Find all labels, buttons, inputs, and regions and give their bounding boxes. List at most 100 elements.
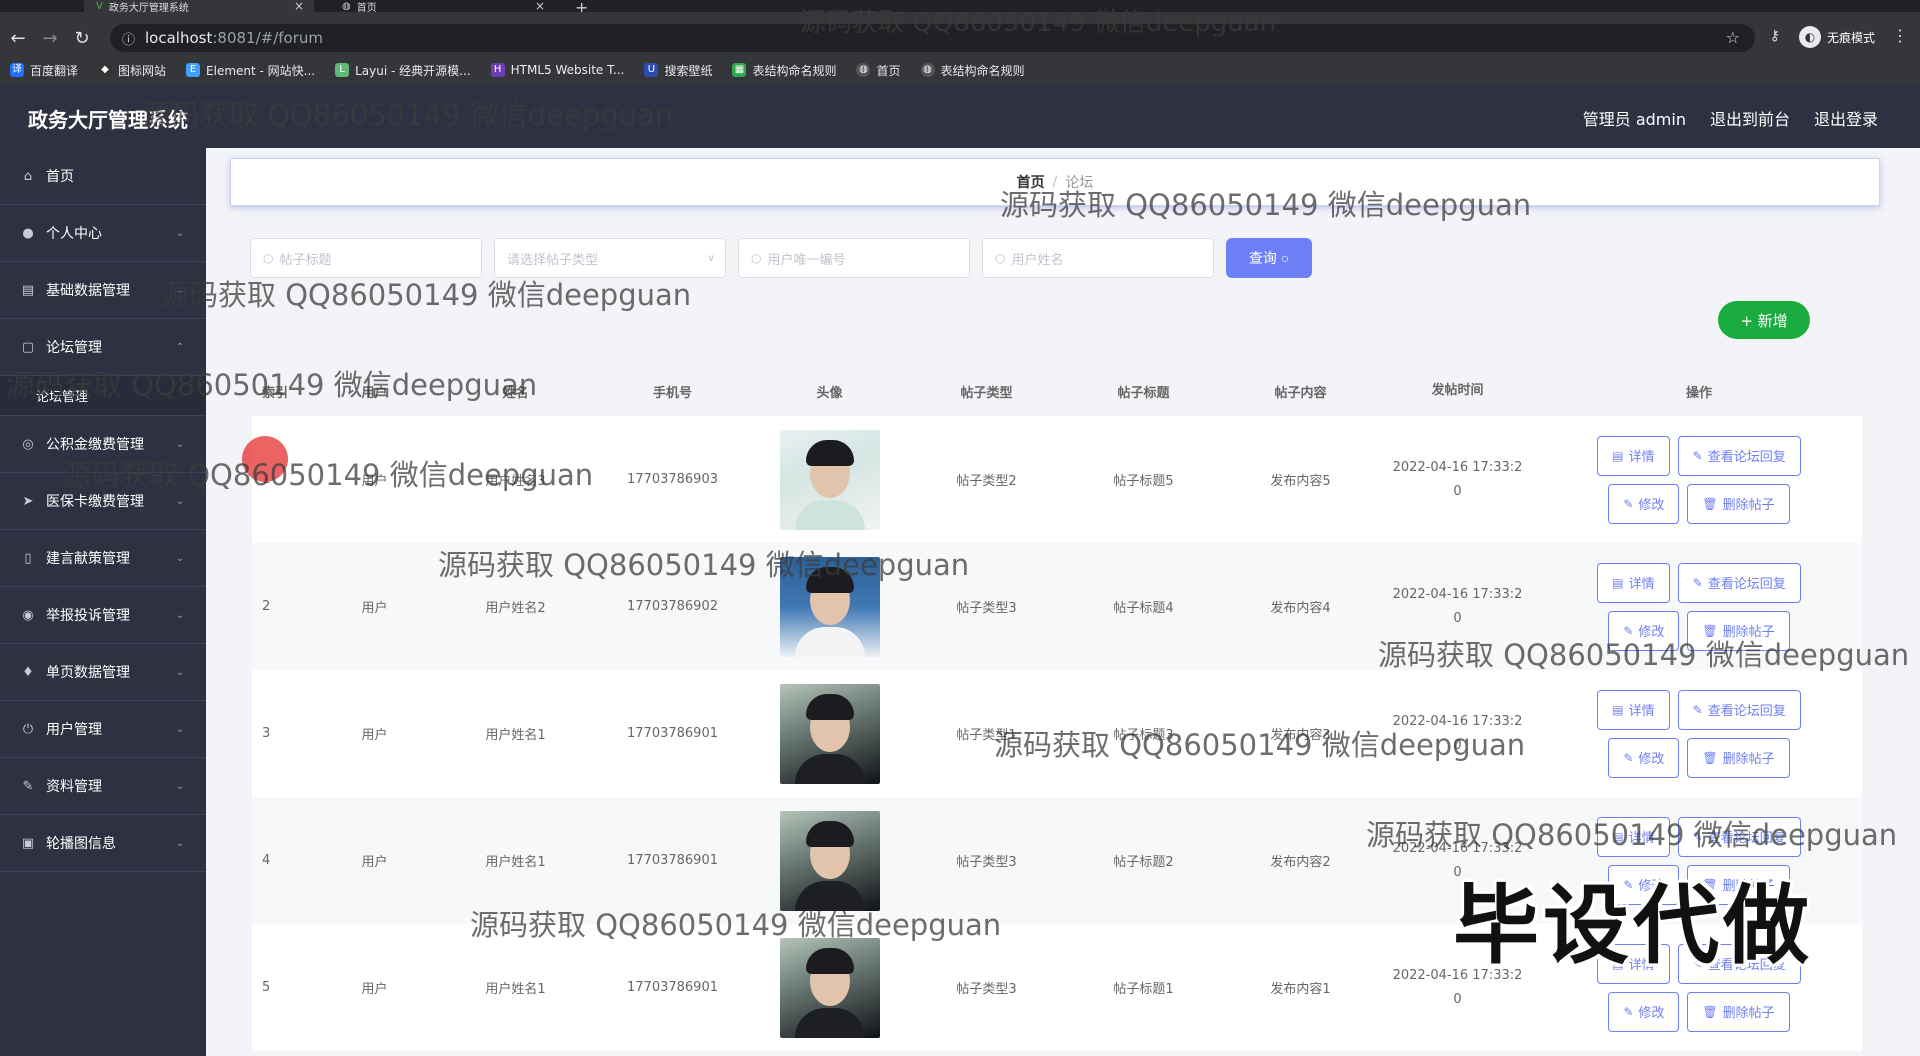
document-icon: ▤ (1612, 448, 1624, 463)
avatar-hair (805, 566, 854, 593)
detail-label: 详情 (1628, 577, 1655, 592)
view-replies-button[interactable]: ✎ 查看论坛回复 (1677, 689, 1801, 730)
cell-phone: 17703786901 (627, 980, 718, 995)
sidebar-item-forum[interactable]: ▢ 论坛管理 ⌃ (0, 319, 206, 376)
edit-button[interactable]: ✎ 修改 (1608, 483, 1680, 524)
chevron-down-icon: ⌄ (175, 780, 184, 792)
time-line: 0 (1453, 737, 1462, 753)
sidebar-item-personal[interactable]: ● 个人中心 ⌄ (0, 205, 206, 262)
sidebar-item-complaints[interactable]: ◉ 举报投诉管理 ⌄ (0, 587, 206, 644)
sidebar-item-housing-fund[interactable]: ◎ 公积金缴费管理 ⌄ (0, 416, 206, 473)
bookmark-item[interactable]: ◆ 图标网站 (98, 62, 166, 79)
cell-post-type: 帖子类型2 (956, 474, 1017, 489)
time-line: 2022-04-16 17:33:2 (1392, 713, 1523, 729)
key-icon[interactable]: ⚷ (1770, 28, 1780, 44)
sidebar-item-carousel[interactable]: ▣ 轮播图信息 ⌄ (0, 815, 206, 872)
edit-icon: ✎ (1692, 575, 1703, 590)
browser-tab[interactable]: ◍ 首页 × (330, 0, 555, 14)
bookmark-item[interactable]: ▦ 表结构命名规则 (732, 62, 836, 79)
bookmark-item[interactable]: U 搜索壁纸 (644, 62, 712, 79)
delete-label: 删除帖子 (1722, 1006, 1775, 1021)
bookmark-item[interactable]: H HTML5 Website T... (490, 63, 625, 77)
edit-icon: ✎ (1623, 1004, 1634, 1019)
post-title-input[interactable]: ○ 帖子标题 (250, 238, 482, 278)
bookmark-item[interactable]: ◍ 首页 (856, 62, 901, 79)
incognito-badge[interactable]: ◐ 无痕模式 (1798, 26, 1875, 48)
view-replies-button[interactable]: ✎ 查看论坛回复 (1677, 562, 1801, 603)
time-line: 0 (1453, 991, 1462, 1007)
sidebar-item-label: 医保卡缴费管理 (46, 494, 144, 510)
document-icon: ▤ (1612, 702, 1624, 717)
search-icon: ○ (995, 251, 1006, 265)
sidebar-item-medical-card[interactable]: ➤ 医保卡缴费管理 ⌄ (0, 473, 206, 530)
back-arrow-icon[interactable]: ← (6, 28, 30, 49)
forward-arrow-icon[interactable]: → (38, 28, 62, 49)
detail-button[interactable]: ▤ 详情 (1597, 562, 1670, 603)
click-indicator (242, 436, 288, 482)
delete-button[interactable]: 🗑 删除帖子 (1687, 991, 1790, 1032)
url-text: localhost:8081/#/forum (145, 29, 323, 47)
sidebar-subitem-forum[interactable]: 论坛管理 (0, 376, 206, 416)
cell-post-title: 帖子标题4 (1113, 601, 1174, 616)
view-replies-button[interactable]: ✎ 查看论坛回复 (1677, 816, 1801, 857)
avatar[interactable] (779, 937, 880, 1038)
bookmark-item[interactable]: E Element - 网站快... (186, 62, 315, 79)
bookmark-label: Layui - 经典开源模... (355, 63, 471, 78)
exit-to-front-link[interactable]: 退出到前台 (1710, 106, 1790, 130)
detail-button[interactable]: ▤ 详情 (1597, 689, 1670, 730)
user-icon: ● (22, 225, 34, 241)
avatar-body (794, 499, 865, 530)
trash-icon: 🗑 (1702, 1004, 1718, 1019)
edit-button[interactable]: ✎ 修改 (1608, 610, 1680, 651)
delete-button[interactable]: 🗑 删除帖子 (1687, 483, 1790, 524)
view-replies-button[interactable]: ✎ 查看论坛回复 (1677, 435, 1801, 476)
cell-content: 发布内容5 (1270, 474, 1331, 489)
view-replies-label: 查看论坛回复 (1707, 577, 1786, 592)
avatar[interactable] (779, 810, 880, 911)
chevron-down-icon: ⌄ (175, 723, 184, 735)
reload-icon[interactable]: ↻ (70, 28, 94, 49)
globe-icon: ◍ (342, 0, 351, 12)
user-id-input[interactable]: ○ 用户唯一编号 (738, 238, 970, 278)
post-type-select[interactable]: 请选择帖子类型 ∨ (494, 238, 726, 278)
avatar[interactable] (779, 683, 880, 784)
op-line: ✎ 修改 🗑 删除帖子 (1536, 610, 1862, 651)
breadcrumb-home[interactable]: 首页 (1017, 172, 1045, 192)
cell-user-type: 用户 (361, 474, 388, 489)
delete-button[interactable]: 🗑 删除帖子 (1687, 610, 1790, 651)
bookmark-label: HTML5 Website T... (510, 63, 625, 77)
edit-button[interactable]: ✎ 修改 (1608, 991, 1680, 1032)
browser-tab-active[interactable]: V 政务大厅管理系统 × (84, 0, 314, 14)
delete-button[interactable]: 🗑 删除帖子 (1687, 737, 1790, 778)
detail-button[interactable]: ▤ 详情 (1597, 816, 1670, 857)
delete-label: 删除帖子 (1722, 498, 1775, 513)
chevron-down-icon: ⌄ (175, 837, 184, 849)
logout-link[interactable]: 退出登录 (1814, 106, 1878, 130)
avatar[interactable] (779, 429, 880, 530)
detail-button[interactable]: ▤ 详情 (1597, 435, 1670, 476)
sidebar-item-basic-data[interactable]: ▤ 基础数据管理 ⌄ (0, 262, 206, 319)
avatar[interactable] (779, 556, 880, 657)
sidebar-item-suggestions[interactable]: ▯ 建言献策管理 ⌄ (0, 530, 206, 587)
star-icon[interactable]: ☆ (1726, 28, 1740, 47)
info-icon[interactable]: ⓘ (122, 29, 135, 48)
user-name-input[interactable]: ○ 用户姓名 (982, 238, 1214, 278)
bookmark-item[interactable]: 译百度翻译 (10, 62, 78, 79)
bookmark-item[interactable]: ◍ 表结构命名规则 (920, 62, 1025, 79)
sidebar-item-single-page[interactable]: ♦ 单页数据管理 ⌄ (0, 644, 206, 701)
menu-icon[interactable]: ⋮ (1892, 26, 1908, 45)
cell-phone: 17703786901 (627, 853, 718, 868)
sidebar-item-home[interactable]: ⌂ 首页 (0, 148, 206, 205)
bookmark-item[interactable]: L Layui - 经典开源模... (335, 62, 471, 79)
avatar-hair (805, 947, 854, 974)
edit-button[interactable]: ✎ 修改 (1608, 737, 1680, 778)
sidebar-item-materials[interactable]: ✎ 资料管理 ⌄ (0, 758, 206, 815)
edit-label: 修改 (1638, 1006, 1665, 1021)
url-input[interactable]: ⓘ localhost:8081/#/forum (110, 24, 1755, 52)
cell-post-type: 帖子类型3 (956, 855, 1017, 870)
add-button[interactable]: + 新增 (1718, 301, 1810, 339)
detail-label: 详情 (1628, 704, 1655, 719)
sidebar-item-users[interactable]: ⏻ 用户管理 ⌄ (0, 701, 206, 758)
edit-label: 修改 (1638, 752, 1665, 767)
query-button[interactable]: 查询 ○ (1226, 238, 1312, 278)
